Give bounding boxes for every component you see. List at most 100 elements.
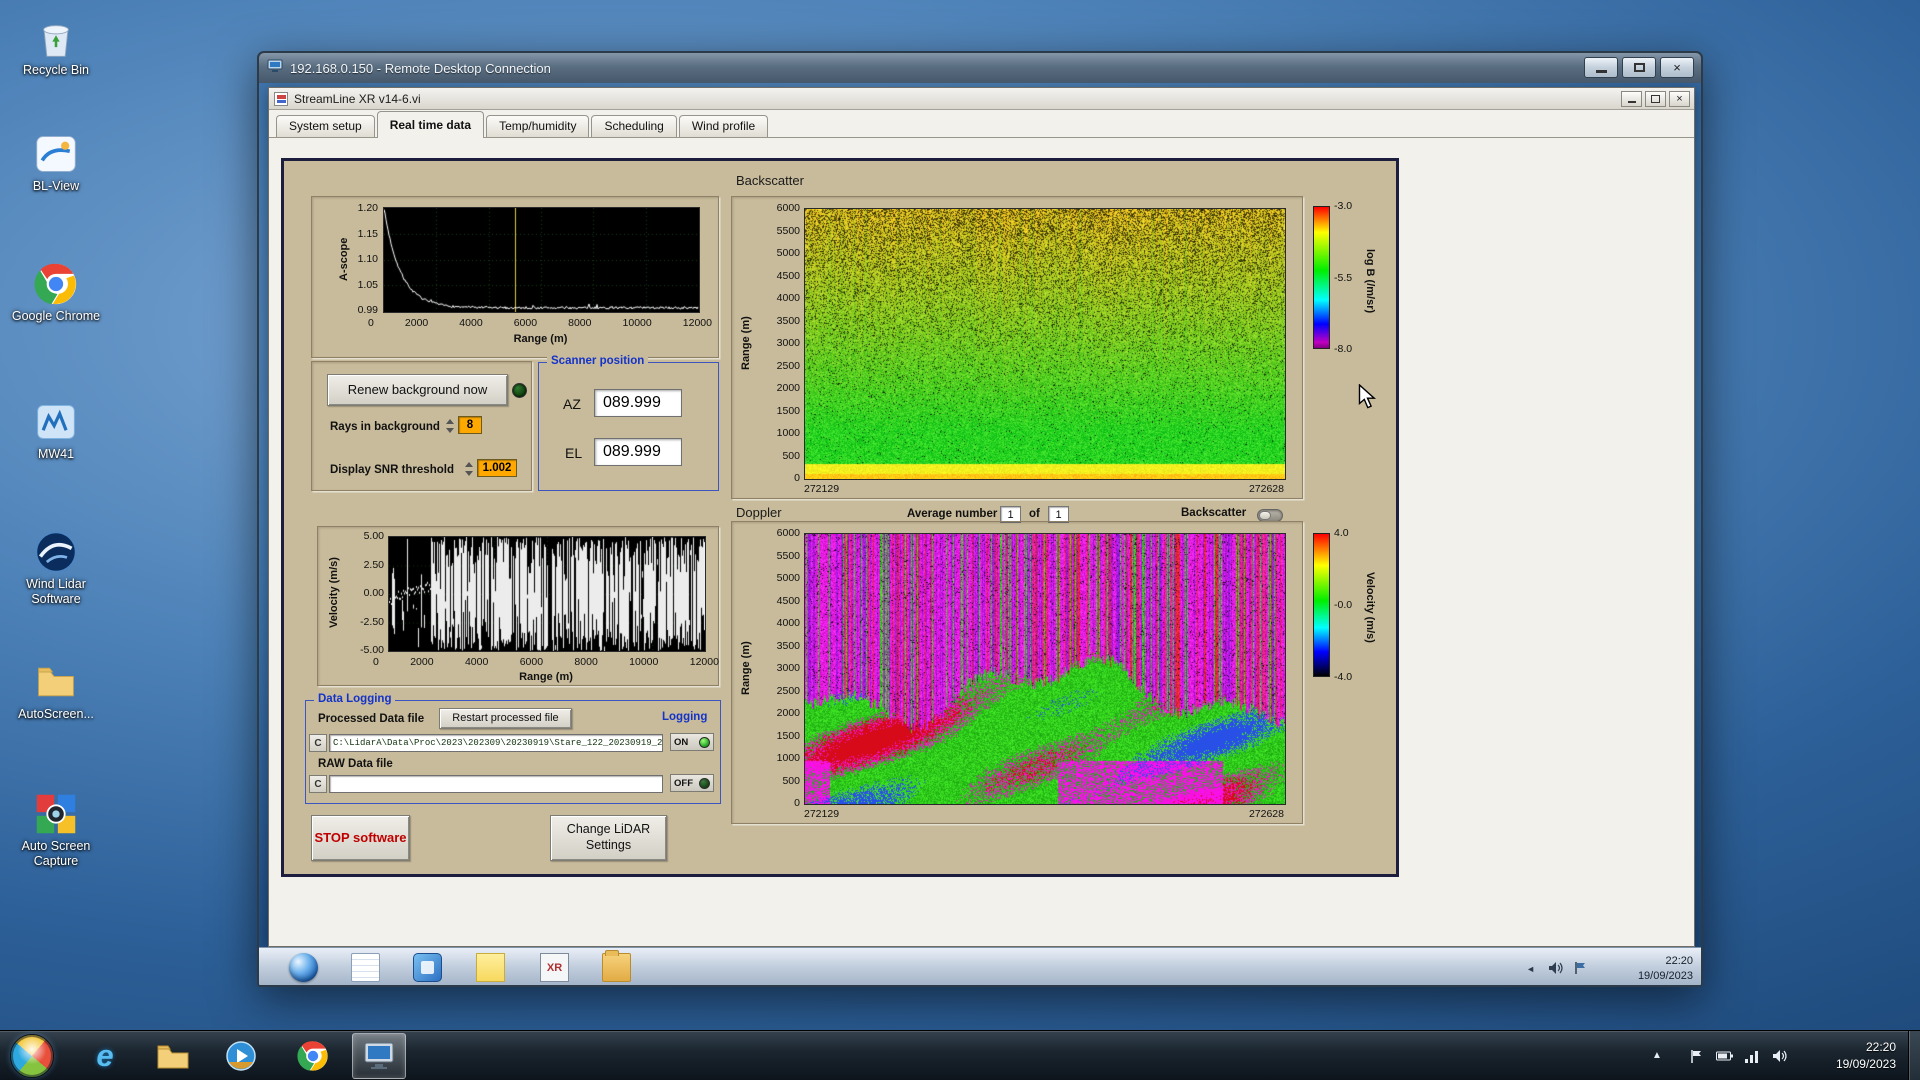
az-field[interactable]: 089.999: [594, 389, 682, 417]
tick-label: 5.00: [363, 530, 384, 542]
raw-logging-toggle[interactable]: OFF: [670, 774, 714, 792]
rays-spinner[interactable]: [445, 417, 456, 435]
app-minimize-button[interactable]: [1621, 91, 1642, 107]
tick-label: 500: [782, 449, 800, 462]
tray-flag-icon[interactable]: [1686, 1047, 1706, 1065]
tab-temp-humidity[interactable]: Temp/humidity: [486, 115, 590, 137]
desktop-icon-recycle-bin[interactable]: Recycle Bin: [8, 16, 104, 78]
remote-clock[interactable]: 22:20 19/09/2023: [1638, 954, 1693, 984]
backscatter-xlabels: 272129 272628: [804, 483, 1284, 495]
remote-taskbar-browser-icon[interactable]: [289, 953, 318, 982]
internet-explorer-icon: e: [96, 1038, 114, 1073]
processed-logging-toggle[interactable]: ON: [670, 733, 714, 751]
maximize-icon: [1633, 63, 1645, 72]
velocity-ylabel: Velocity (m/s): [328, 557, 340, 629]
tray-volume-icon[interactable]: [1770, 1047, 1790, 1065]
desktop-icon-autoscreen[interactable]: AutoScreen...: [8, 660, 104, 722]
restart-processed-button[interactable]: Restart processed file: [439, 708, 572, 729]
change-lidar-settings-button[interactable]: Change LiDAR Settings: [550, 815, 667, 861]
rays-value-field[interactable]: 8: [458, 416, 482, 434]
close-icon: ×: [1676, 93, 1683, 105]
tick-label: 6000: [513, 317, 538, 329]
tick-label: 2.50: [363, 558, 384, 571]
tick-label: 4000: [776, 292, 800, 304]
tick-label: 500: [782, 774, 800, 787]
tick-label: 2000: [776, 382, 800, 394]
tick-label: 12000: [689, 656, 719, 668]
tab-real-time-data[interactable]: Real time data: [376, 111, 485, 138]
remote-taskbar-app-icon[interactable]: [413, 953, 442, 982]
taskbar-explorer-icon[interactable]: [146, 1033, 200, 1079]
snr-spinner[interactable]: [464, 460, 475, 478]
tick-label: -0.0: [1334, 599, 1353, 611]
tab-wind-profile[interactable]: Wind profile: [678, 115, 769, 137]
tray-network-icon[interactable]: [1742, 1047, 1762, 1065]
desktop-icon-mw41[interactable]: MW41: [8, 400, 104, 462]
el-field[interactable]: 089.999: [594, 438, 682, 466]
desktop-icon-label: Auto Screen Capture: [21, 839, 91, 868]
remote-taskbar-xr-app-icon[interactable]: XR: [540, 953, 569, 982]
backscatter-heatmap: [804, 208, 1286, 480]
tray-chevron-icon[interactable]: ▲: [1652, 1050, 1662, 1061]
remote-taskbar-notes-icon[interactable]: [476, 953, 505, 982]
spin-down-icon: [465, 471, 473, 476]
backscatter-title: Backscatter: [736, 173, 804, 188]
tick-label: 12000: [682, 317, 712, 329]
xr-icon-text: XR: [546, 961, 563, 974]
app-titlebar[interactable]: StreamLine XR v14-6.vi ×: [269, 88, 1694, 110]
tick-label: 10000: [629, 656, 659, 668]
remote-tray-chevron-icon[interactable]: ◄: [1526, 964, 1535, 974]
rdp-titlebar[interactable]: 192.168.0.150 - Remote Desktop Connectio…: [259, 53, 1701, 83]
desktop-icon-label: Google Chrome: [11, 309, 101, 323]
tab-system-setup[interactable]: System setup: [276, 115, 375, 137]
taskbar-clock[interactable]: 22:20 19/09/2023: [1812, 1039, 1902, 1074]
chrome-icon: [34, 262, 78, 306]
desktop-icon-auto-screen-capture[interactable]: Auto Screen Capture: [8, 792, 104, 869]
raw-browse-button[interactable]: C: [309, 775, 327, 793]
backscatter-plot-group: Range (m) 6000 5500 5000 4500 4000 3500 3000 25…: [731, 196, 1303, 499]
stop-software-button[interactable]: STOP software: [311, 815, 410, 861]
rdp-minimize-button[interactable]: [1584, 57, 1618, 78]
processed-browse-button[interactable]: C: [309, 734, 327, 752]
taskbar-chrome-icon[interactable]: [286, 1033, 340, 1079]
renew-background-button[interactable]: Renew background now: [327, 374, 508, 406]
remote-taskbar-folder-icon[interactable]: [602, 950, 631, 982]
tick-label: -5.5: [1334, 271, 1353, 284]
doppler-yticks: 6000 5500 5000 4500 4000 3500 3000 2500 2000 1500…: [756, 527, 800, 809]
doppler-ylabel: Range (m): [740, 641, 752, 695]
remote-flag-icon[interactable]: [1574, 961, 1587, 980]
tab-strip: System setup Real time data Temp/humidit…: [269, 110, 1694, 138]
remote-volume-icon[interactable]: [1548, 961, 1563, 980]
app-close-button[interactable]: ×: [1669, 91, 1690, 107]
background-controls-group: Renew background now Rays in background …: [311, 361, 532, 491]
desktop-icon-google-chrome[interactable]: Google Chrome: [8, 262, 104, 324]
start-button[interactable]: [10, 1034, 54, 1078]
desktop-icon-bl-view[interactable]: BL-View: [8, 132, 104, 194]
average-number-label: Average number: [907, 508, 998, 520]
doppler-xlabels: 272129 272628: [804, 808, 1284, 820]
minimize-icon: [1627, 101, 1636, 103]
doppler-title: Doppler: [736, 505, 782, 520]
taskbar-ie-icon[interactable]: e: [78, 1033, 132, 1079]
app-maximize-button[interactable]: [1645, 91, 1666, 107]
desktop-icon-wind-lidar[interactable]: Wind Lidar Software: [8, 530, 104, 607]
taskbar-rdp-icon[interactable]: [352, 1033, 406, 1079]
remote-taskbar: XR ◄ 22:20 19/09/2023: [259, 947, 1701, 985]
tick-label: 8000: [574, 656, 598, 668]
ascope-xlabel: Range (m): [513, 333, 568, 345]
tab-scheduling[interactable]: Scheduling: [591, 115, 677, 137]
raw-path-field[interactable]: [329, 775, 663, 793]
rdp-window-icon: [267, 59, 283, 78]
tick-label: -8.0: [1334, 343, 1353, 355]
remote-taskbar-notepad-icon[interactable]: [351, 953, 380, 982]
tick-label: 1.10: [357, 253, 378, 265]
tick-label: 3000: [776, 662, 800, 674]
folder-icon: [157, 1045, 189, 1069]
snr-value-field[interactable]: 1.002: [477, 459, 517, 477]
tray-battery-icon[interactable]: [1714, 1047, 1734, 1065]
show-desktop-button[interactable]: [1908, 1031, 1920, 1080]
rdp-close-button[interactable]: ×: [1660, 57, 1694, 78]
taskbar-media-player-icon[interactable]: [214, 1033, 268, 1079]
processed-path-field[interactable]: C:\LidarA\Data\Proc\2023\202309\20230919…: [329, 734, 663, 752]
rdp-maximize-button[interactable]: [1622, 57, 1656, 78]
